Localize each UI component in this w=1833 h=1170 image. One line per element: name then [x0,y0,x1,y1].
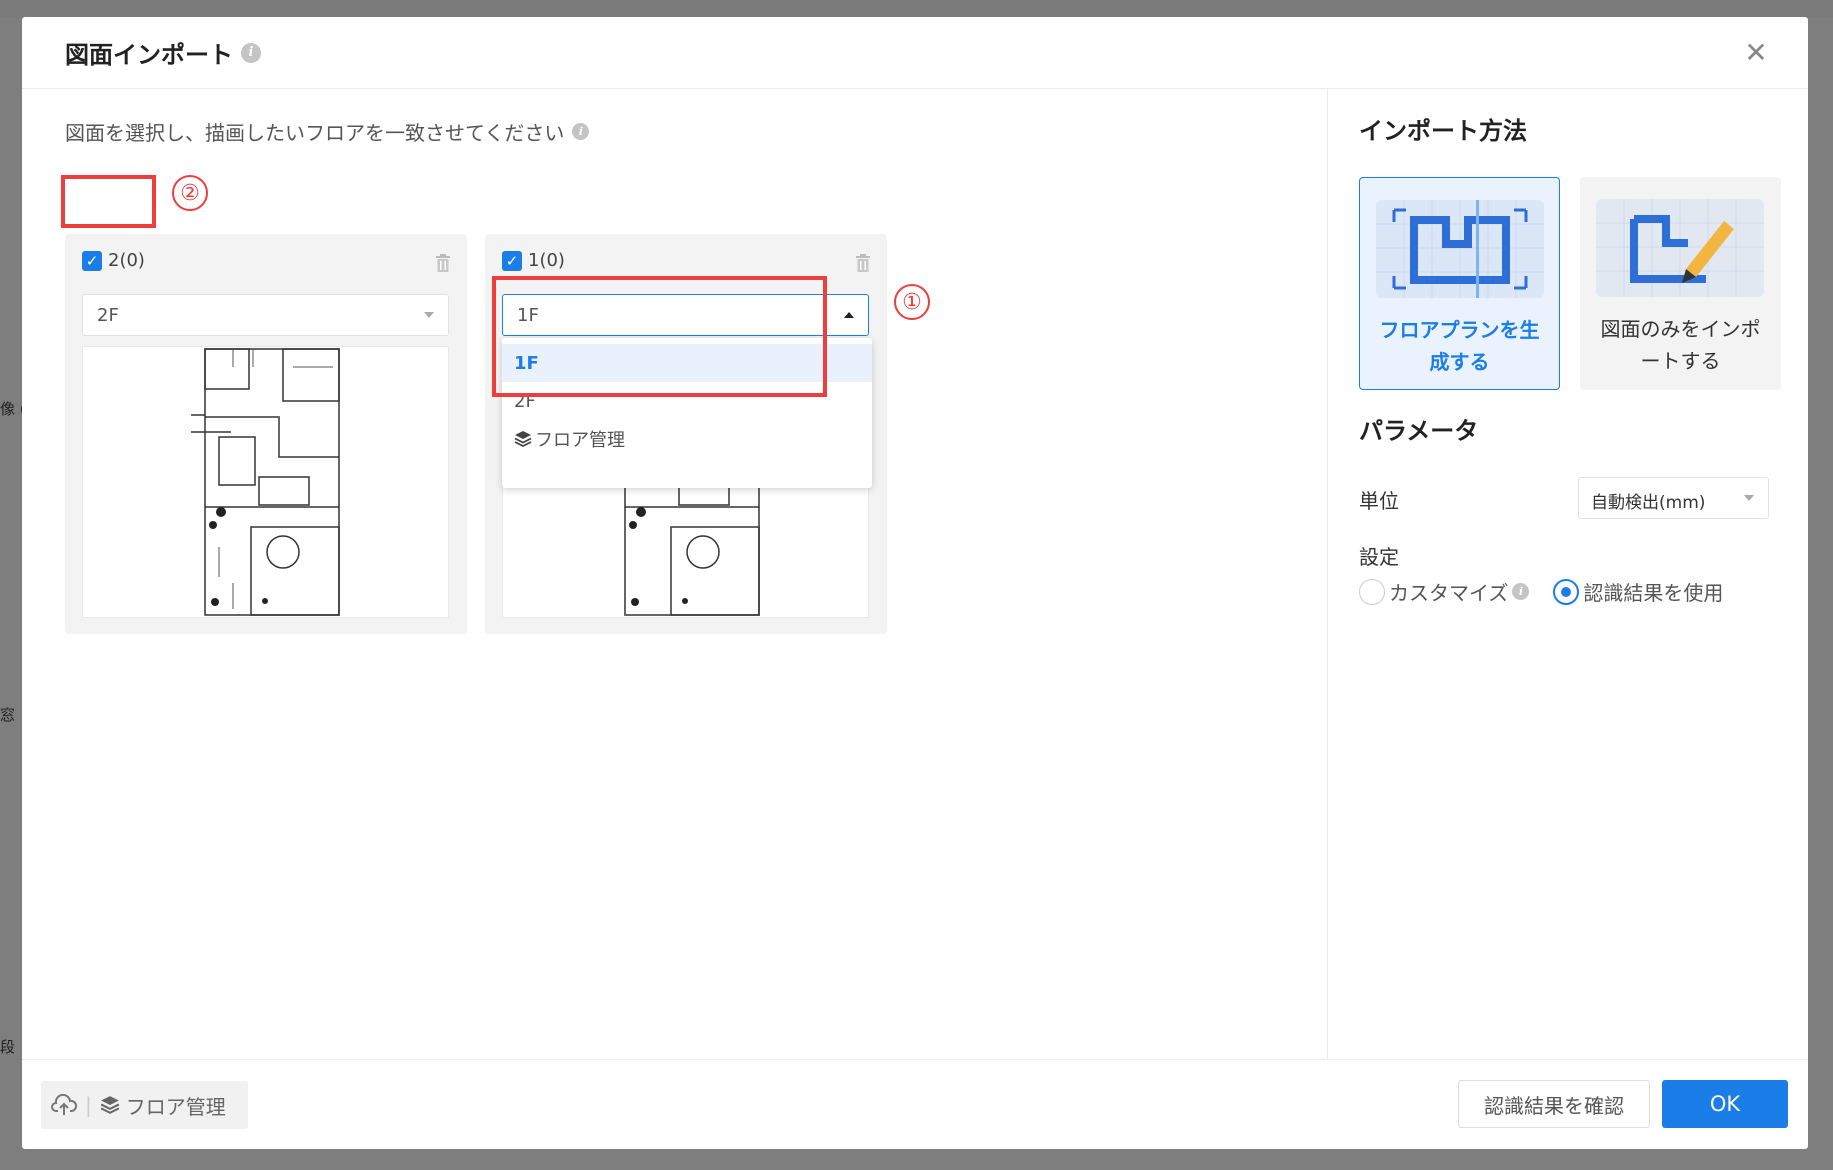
drawing-import-icon [1596,199,1764,297]
radio-use-recognition-label: 認識結果を使用 [1583,581,1724,605]
drawing-thumbnail[interactable] [82,346,449,618]
radio-customize-label: カスタマイズ [1389,581,1509,605]
trash-icon[interactable] [855,254,871,272]
info-icon[interactable]: i [1512,583,1530,600]
dropdown-option-label: フロア管理 [535,430,625,451]
card-checkbox[interactable]: ✓ [82,250,102,271]
close-icon[interactable]: ✕ [1742,39,1770,67]
floor-plan-drawing [191,348,340,616]
background-label: 段 [0,1038,16,1056]
layers-icon [514,431,532,448]
floor-select[interactable]: 2F [82,294,449,336]
floor-manage-label: フロア管理 [125,1094,226,1119]
setting-radio-group: カスタマイズ i 認識結果を使用 [1359,577,1723,606]
separator: | [85,1093,92,1117]
card-header: ✓ 1(0) [502,250,565,271]
floorplan-generate-icon [1376,200,1544,298]
card-checkbox[interactable]: ✓ [502,250,522,271]
radio-customize[interactable] [1359,578,1385,605]
card-label: 1(0) [528,250,565,271]
dropdown-option-floor-manage[interactable]: フロア管理 [502,420,872,458]
annotation-number: ② [172,175,208,211]
radio-use-recognition[interactable] [1553,578,1580,605]
info-icon[interactable]: i [572,123,590,140]
drawing-pane: 図面を選択し、描画したいフロアを一致させてください i ✓ 2(0) 2F ✓ … [22,89,1327,1059]
unit-select-value: 自動検出(mm) [1591,493,1706,513]
ok-button[interactable]: OK [1662,1080,1788,1128]
floor-select-value: 2F [97,305,119,326]
method-generate-floorplan[interactable]: フロアプランを生 成する [1359,177,1560,390]
annotation-number: ① [894,284,930,320]
drawing-card: ✓ 2(0) 2F [65,234,467,634]
unit-label: 単位 [1359,489,1399,513]
card-label: 2(0) [108,250,145,271]
method-label: 図面のみをインポ ートする [1600,317,1761,373]
chevron-down-icon [1744,495,1754,501]
confirm-recognition-button[interactable]: 認識結果を確認 [1458,1080,1650,1128]
instruction-text: 図面を選択し、描画したいフロアを一致させてください i [65,117,590,146]
parameters-title: パラメータ [1359,417,1479,445]
dialog-title: 図面インポート [65,41,233,69]
trash-icon[interactable] [435,254,451,272]
background-label: 窓 [0,706,16,724]
chevron-up-icon [844,312,854,318]
dialog-header: 図面インポート i ✕ [22,17,1808,89]
annotation-box [61,175,156,228]
import-dialog: 図面インポート i ✕ 図面を選択し、描画したいフロアを一致させてください i … [22,17,1808,1149]
layers-icon [100,1096,120,1114]
card-header: ✓ 2(0) [82,250,145,271]
upload-cloud-icon[interactable] [51,1093,77,1117]
floor-manage-button[interactable]: | フロア管理 [41,1081,248,1129]
unit-select[interactable]: 自動検出(mm) [1578,477,1769,519]
method-label: フロアプランを生 成する [1379,318,1540,374]
dialog-footer: | フロア管理 認識結果を確認 OK [22,1059,1808,1149]
setting-label: 設定 [1359,545,1399,569]
import-method-title: インポート方法 [1359,117,1527,145]
info-icon[interactable]: i [241,42,261,63]
settings-pane: インポート方法 フロアプランを生 成する 図面のみをインポ ートする パラメータ… [1327,89,1808,1059]
instruction-label: 図面を選択し、描画したいフロアを一致させてください [65,121,565,145]
annotation-box [492,276,827,397]
chevron-down-icon [424,312,434,318]
background-toolbar [0,0,1833,18]
method-import-drawing-only[interactable]: 図面のみをインポ ートする [1580,177,1781,390]
